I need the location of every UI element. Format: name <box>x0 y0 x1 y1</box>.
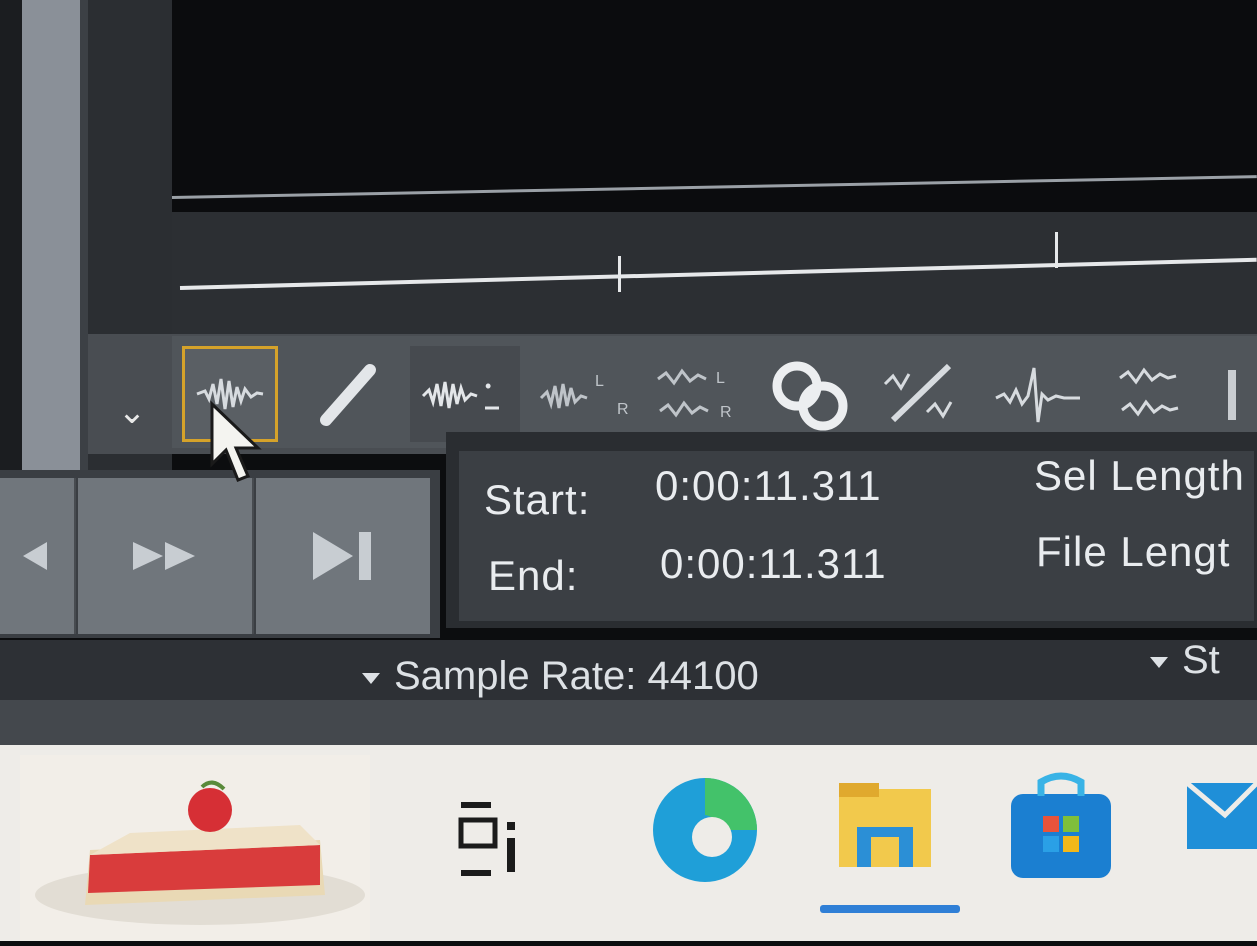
rewind-icon <box>23 542 47 570</box>
dropdown-arrow-icon <box>362 672 380 684</box>
multichannel-wave-icon: • <box>421 376 499 410</box>
toolbar-overflow-icon[interactable] <box>1228 370 1236 420</box>
edge-icon <box>653 778 757 882</box>
timeline-tick <box>1055 232 1058 268</box>
chevron-down-icon[interactable]: ⌄ <box>112 392 152 432</box>
file-explorer-button[interactable] <box>835 775 935 875</box>
spike-wave-icon <box>995 367 1080 423</box>
link-channels-button[interactable] <box>760 346 860 442</box>
dropdown-arrow-icon <box>1150 656 1168 668</box>
stereo-lr-tool-button[interactable]: L R <box>645 346 755 442</box>
pencil-tool-button[interactable] <box>300 346 396 442</box>
edge-browser-button[interactable] <box>650 775 760 885</box>
sel-length-label: Sel Length <box>1034 452 1245 499</box>
timeline-tick <box>618 256 621 292</box>
svg-text:R: R <box>720 404 732 421</box>
sparkle-slash-icon <box>883 363 953 423</box>
rewind-button[interactable] <box>0 478 76 634</box>
microsoft-store-button[interactable] <box>1005 770 1117 882</box>
mail-icon <box>1185 781 1257 849</box>
start-value[interactable]: 0:00:11.311 <box>655 462 882 510</box>
cake-image-icon <box>35 780 365 925</box>
panel-divider[interactable] <box>80 0 88 470</box>
multichannel-tool-button[interactable]: • <box>410 346 520 442</box>
skip-to-end-button[interactable] <box>256 478 430 634</box>
left-channel-icon: L R <box>539 373 629 418</box>
left-edge <box>0 0 22 470</box>
skip-end-icon <box>313 532 371 580</box>
svg-text:L: L <box>595 373 604 390</box>
side-panel[interactable] <box>22 0 80 470</box>
start-label: Start: <box>484 476 591 523</box>
active-app-indicator <box>820 905 960 913</box>
svg-text:L: L <box>716 370 725 387</box>
stereo-lr-icon: L R <box>657 368 732 421</box>
status-right-text: St <box>1182 638 1220 682</box>
svg-text:•: • <box>485 376 491 396</box>
mouse-cursor-icon <box>210 400 262 482</box>
waveform-view[interactable] <box>172 0 1257 215</box>
link-icon <box>772 361 848 431</box>
sample-rate-text: Sample Rate: 44100 <box>394 654 759 698</box>
folder-icon <box>839 783 931 867</box>
task-view-button[interactable] <box>455 800 525 880</box>
status-bar-lower <box>0 700 1257 745</box>
mix-tool-button[interactable] <box>1105 346 1215 442</box>
widgets-button[interactable] <box>20 755 370 941</box>
task-view-icon <box>458 802 515 876</box>
left-channel-tool-button[interactable]: L R <box>530 346 640 442</box>
status-right-dropdown[interactable]: St <box>1150 638 1220 683</box>
mix-wave-icon <box>1119 367 1179 417</box>
sample-rate-dropdown[interactable]: Sample Rate: 44100 <box>362 654 759 699</box>
pencil-icon <box>320 364 376 426</box>
svg-text:R: R <box>617 401 629 418</box>
store-icon <box>1011 772 1111 878</box>
end-label: End: <box>488 552 579 599</box>
file-length-label: File Lengt <box>1036 528 1231 575</box>
mail-button[interactable] <box>1185 755 1257 855</box>
fast-forward-icon <box>133 542 195 570</box>
effects-tool-button[interactable] <box>870 346 970 442</box>
fast-forward-button[interactable] <box>78 478 254 634</box>
end-value[interactable]: 0:00:11.311 <box>660 540 887 588</box>
spectral-tool-button[interactable] <box>985 346 1095 442</box>
